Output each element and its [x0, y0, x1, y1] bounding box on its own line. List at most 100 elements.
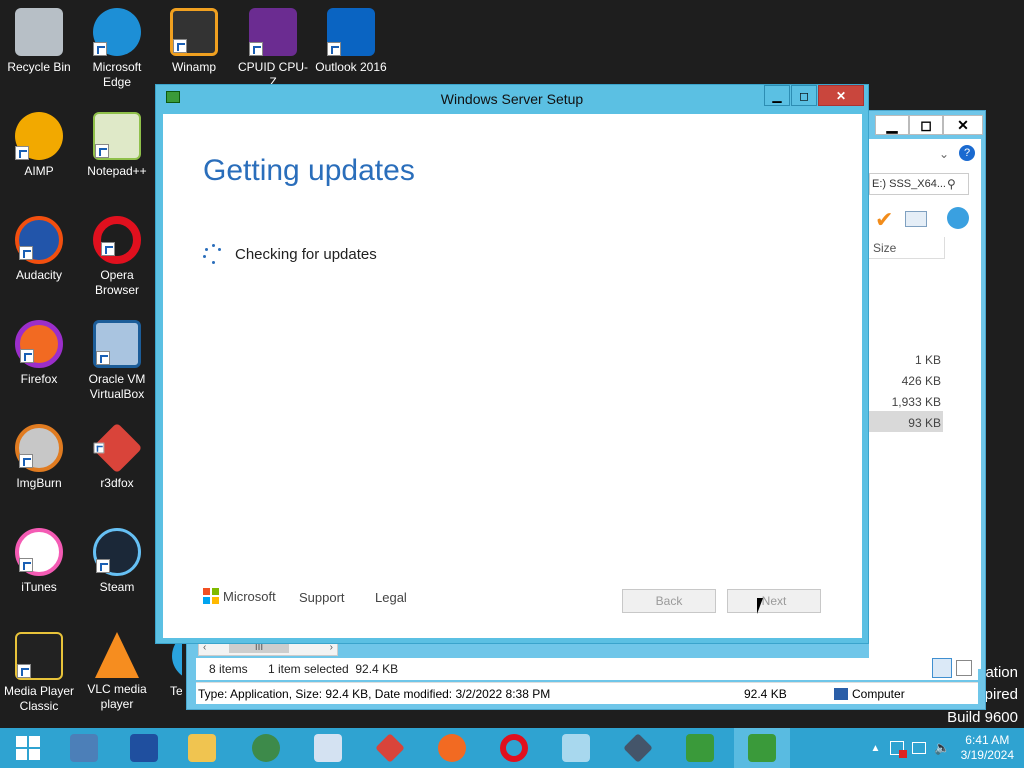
- scroll-thumb[interactable]: III: [229, 643, 289, 653]
- setup-titlebar[interactable]: Windows Server Setup ▁ ◻ ✕: [156, 85, 868, 113]
- microsoft-logo-icon: [203, 588, 219, 604]
- setup-title: Windows Server Setup: [440, 91, 584, 107]
- taskbar-setup[interactable]: [672, 728, 728, 768]
- taskbar-server-manager[interactable]: [56, 728, 112, 768]
- taskbar-network[interactable]: [238, 728, 294, 768]
- audacity-icon: [15, 216, 63, 264]
- taskbar-r3dfox[interactable]: [362, 728, 418, 768]
- activation-watermark-line1: ation: [985, 664, 1018, 681]
- desktop-icon-r3dfox[interactable]: r3dfox: [79, 422, 155, 491]
- edge-icon: [93, 8, 141, 56]
- opera-icon: [500, 734, 528, 762]
- desktop-icon-imgburn[interactable]: ImgBurn: [1, 424, 77, 491]
- size-cell-4: 93 KB: [908, 416, 941, 430]
- status-text: Checking for updates: [235, 245, 377, 263]
- properties-icon[interactable]: [905, 211, 927, 227]
- size-cell-3: 1,933 KB: [891, 395, 941, 409]
- explorer-close-button[interactable]: ✕: [943, 115, 983, 135]
- desktop-icon-outlook[interactable]: Outlook 2016: [313, 8, 389, 75]
- search-icon[interactable]: ⚲: [947, 177, 956, 191]
- activation-watermark-line2: pired: [984, 686, 1018, 703]
- cpuz-icon: [249, 8, 297, 56]
- close-button[interactable]: ✕: [818, 85, 864, 106]
- volume-muted-icon[interactable]: 🔈: [934, 740, 950, 756]
- powershell-icon: [130, 734, 158, 762]
- steam-icon: [93, 528, 141, 576]
- help-icon[interactable]: ?: [959, 145, 975, 161]
- setup-content: Getting updates Checking for updates Mic…: [163, 114, 862, 638]
- size-column-header[interactable]: Size: [869, 237, 945, 259]
- taskbar-remote-desktop[interactable]: [300, 728, 356, 768]
- maximize-button[interactable]: ◻: [791, 85, 817, 106]
- action-center-icon[interactable]: [890, 741, 908, 758]
- desktop-icon-audacity[interactable]: Audacity: [1, 216, 77, 283]
- desktop-icon-winamp[interactable]: Winamp: [156, 8, 232, 75]
- large-icons-view-icon[interactable]: [956, 660, 972, 676]
- mpc-icon: [15, 632, 63, 680]
- support-link[interactable]: Support: [299, 590, 345, 605]
- desktop-icon-firefox[interactable]: Firefox: [1, 320, 77, 387]
- desktop-icon-cpuz[interactable]: CPUID CPU-Z: [235, 8, 311, 90]
- aimp-icon: [15, 112, 63, 160]
- size-cell-1: 1 KB: [914, 353, 941, 367]
- next-button[interactable]: Next: [727, 589, 821, 613]
- back-button[interactable]: Back: [622, 589, 716, 613]
- microsoft-logo: Microsoft: [203, 588, 276, 604]
- taskbar-firefox[interactable]: [424, 728, 480, 768]
- computer-icon: [834, 688, 848, 700]
- page-title: Getting updates: [203, 154, 415, 187]
- desktop-icon-mpc[interactable]: Media Player Classic: [1, 632, 77, 714]
- file-explorer-icon: [188, 734, 216, 762]
- location-status: Computer: [852, 687, 905, 701]
- mouse-cursor-icon: [757, 598, 763, 614]
- setup-window[interactable]: Windows Server Setup ▁ ◻ ✕ Getting updat…: [155, 84, 869, 644]
- taskbar-powershell[interactable]: [116, 728, 172, 768]
- notepad-icon: [562, 734, 590, 762]
- minimize-button[interactable]: ▁: [764, 85, 790, 106]
- vlc-icon: [95, 632, 139, 678]
- explorer-maximize-button[interactable]: ◻: [909, 115, 943, 135]
- taskbar-file-explorer[interactable]: [174, 728, 230, 768]
- size-cell-2: 426 KB: [901, 374, 941, 388]
- desktop-icon-opera[interactable]: Opera Browser: [79, 216, 155, 298]
- system-tray: ▲ 🔈 6:41 AM 3/19/2024: [871, 728, 1024, 768]
- desktop-icon-microsoft-edge[interactable]: Microsoft Edge: [79, 8, 155, 90]
- taskbar-opera[interactable]: [486, 728, 542, 768]
- taskbar: ▲ 🔈 6:41 AM 3/19/2024: [0, 728, 1024, 768]
- taskbar-notepad[interactable]: [548, 728, 604, 768]
- legal-link[interactable]: Legal: [375, 590, 407, 605]
- start-button[interactable]: [0, 728, 56, 768]
- outlook-icon: [327, 8, 375, 56]
- globe-icon[interactable]: [947, 207, 969, 229]
- explorer-minimize-button[interactable]: ▁: [875, 115, 909, 135]
- imgburn-icon: [15, 424, 63, 472]
- network-status-icon[interactable]: [912, 742, 927, 754]
- recycle-bin-icon: [15, 8, 63, 56]
- opera-icon: [93, 216, 141, 264]
- checkmark-icon[interactable]: ✔: [875, 207, 893, 233]
- desktop-icon-notepadpp[interactable]: Notepad++: [79, 112, 155, 179]
- taskbar-visual-studio[interactable]: [610, 728, 666, 768]
- remote-desktop-icon: [314, 734, 342, 762]
- visual-studio-icon: [623, 733, 653, 763]
- r3dfox-icon: [91, 422, 143, 474]
- desktop-icon-steam[interactable]: Steam: [79, 528, 155, 595]
- desktop-icon-itunes[interactable]: iTunes: [1, 528, 77, 595]
- desktop-icon-virtualbox[interactable]: Oracle VM VirtualBox: [79, 320, 155, 402]
- build-watermark: Build 9600: [947, 709, 1018, 726]
- r3dfox-icon: [375, 733, 405, 763]
- clock[interactable]: 6:41 AM 3/19/2024: [961, 733, 1014, 763]
- firefox-icon: [438, 734, 466, 762]
- desktop-icon-recycle-bin[interactable]: Recycle Bin: [1, 8, 77, 75]
- details-view-icon[interactable]: [932, 658, 952, 678]
- show-hidden-icons-icon[interactable]: ▲: [871, 743, 881, 754]
- windows-logo-icon: [16, 736, 40, 760]
- desktop-icon-aimp[interactable]: AIMP: [1, 112, 77, 179]
- selection-info: 1 item selected 92.4 KB: [268, 662, 399, 676]
- winamp-icon: [170, 8, 218, 56]
- taskbar-setup-active[interactable]: [734, 728, 790, 768]
- firefox-icon: [15, 320, 63, 368]
- items-count: 8 items: [209, 662, 248, 676]
- explorer-status-bar-top: ‹ III › 8 items 1 item selected 92.4 KB: [196, 640, 978, 680]
- chevron-down-icon[interactable]: ⌄: [939, 147, 949, 161]
